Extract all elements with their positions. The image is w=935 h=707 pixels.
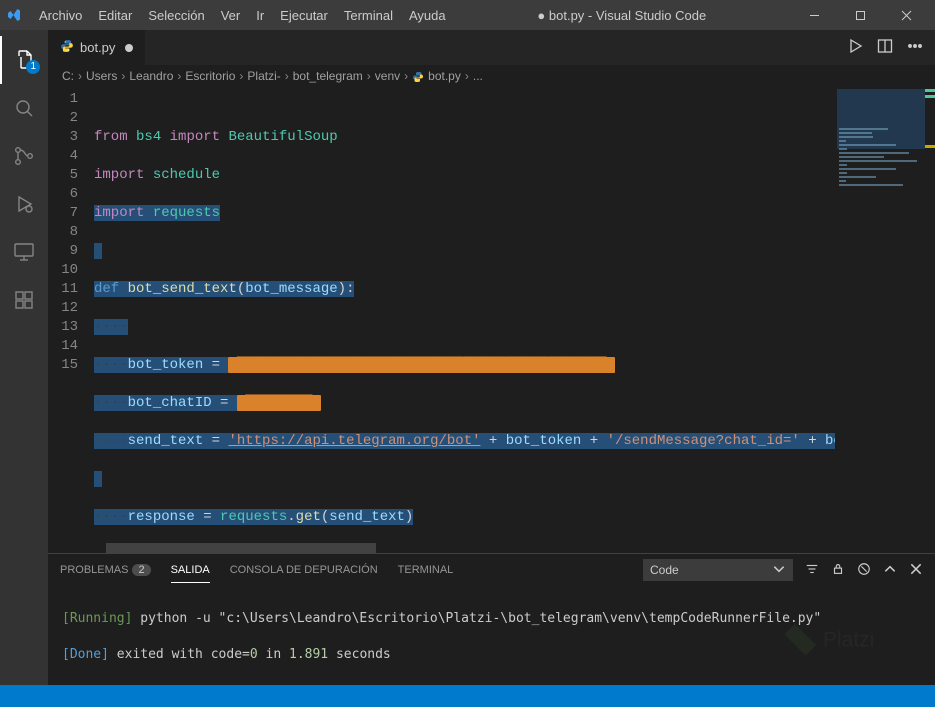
split-editor-icon[interactable] <box>877 38 893 57</box>
chevron-up-icon[interactable] <box>883 562 897 579</box>
more-actions-icon[interactable] <box>907 38 923 57</box>
bottom-panel: PROBLEMAS2 SALIDA CONSOLA DE DEPURACIÓN … <box>48 553 935 685</box>
tab-bot-py[interactable]: bot.py <box>48 30 146 65</box>
window-controls <box>791 0 929 30</box>
menu-run[interactable]: Ejecutar <box>273 4 335 27</box>
extensions-icon[interactable] <box>0 276 48 324</box>
menu-edit[interactable]: Editar <box>91 4 139 27</box>
run-debug-icon[interactable] <box>0 180 48 228</box>
line-gutter: 123456789101112131415 <box>48 87 94 543</box>
title-bar: Archivo Editar Selección Ver Ir Ejecutar… <box>0 0 935 30</box>
status-bar[interactable] <box>0 685 935 707</box>
clear-output-icon[interactable] <box>857 562 871 579</box>
menu-selection[interactable]: Selección <box>141 4 211 27</box>
tab-output[interactable]: SALIDA <box>171 558 210 583</box>
panel-tabs: PROBLEMAS2 SALIDA CONSOLA DE DEPURACIÓN … <box>48 554 935 586</box>
modified-indicator-icon <box>125 44 133 52</box>
tab-debug-console[interactable]: CONSOLA DE DEPURACIÓN <box>230 558 378 582</box>
horizontal-scrollbar[interactable] <box>48 543 935 553</box>
close-button[interactable] <box>883 0 929 30</box>
minimap[interactable] <box>835 87 935 543</box>
tab-label: bot.py <box>80 40 115 55</box>
tab-terminal[interactable]: TERMINAL <box>398 558 454 582</box>
menu-terminal[interactable]: Terminal <box>337 4 400 27</box>
minimize-button[interactable] <box>791 0 837 30</box>
tab-bar: bot.py <box>48 30 935 65</box>
panel-close-icon[interactable] <box>909 562 923 579</box>
menu-bar: Archivo Editar Selección Ver Ir Ejecutar… <box>32 4 453 27</box>
code-content[interactable]: from bs4 import BeautifulSoup import sch… <box>94 87 935 543</box>
code-editor[interactable]: 123456789101112131415 from bs4 import Be… <box>48 87 935 543</box>
output-content[interactable]: [Running] python -u "c:\Users\Leandro\Es… <box>48 586 935 685</box>
run-file-icon[interactable] <box>847 38 863 57</box>
python-file-icon <box>60 39 74 56</box>
lock-scroll-icon[interactable] <box>831 562 845 579</box>
overview-ruler[interactable] <box>925 87 935 543</box>
output-channel-select[interactable]: Code <box>643 559 793 581</box>
problems-count: 2 <box>132 564 150 576</box>
search-icon[interactable] <box>0 84 48 132</box>
tab-problems[interactable]: PROBLEMAS2 <box>60 558 151 582</box>
menu-go[interactable]: Ir <box>249 4 271 27</box>
editor-actions <box>835 30 935 65</box>
breadcrumbs[interactable]: C:› Users› Leandro› Escritorio› Platzi-›… <box>48 65 935 87</box>
menu-view[interactable]: Ver <box>214 4 248 27</box>
explorer-badge: 1 <box>26 60 40 74</box>
redacted-token: '███████████████████████████████████████… <box>228 357 614 373</box>
explorer-icon[interactable]: 1 <box>0 36 48 84</box>
window-title: ● bot.py - Visual Studio Code <box>453 8 791 23</box>
source-control-icon[interactable] <box>0 132 48 180</box>
filter-icon[interactable] <box>805 562 819 579</box>
remote-icon[interactable] <box>0 228 48 276</box>
activity-bar: 1 <box>0 30 48 685</box>
maximize-button[interactable] <box>837 0 883 30</box>
menu-help[interactable]: Ayuda <box>402 4 453 27</box>
python-file-icon <box>412 69 424 83</box>
redacted-chat-id: '████████' <box>237 395 321 411</box>
vscode-logo-icon <box>6 7 22 23</box>
menu-file[interactable]: Archivo <box>32 4 89 27</box>
chevron-down-icon <box>772 562 786 579</box>
